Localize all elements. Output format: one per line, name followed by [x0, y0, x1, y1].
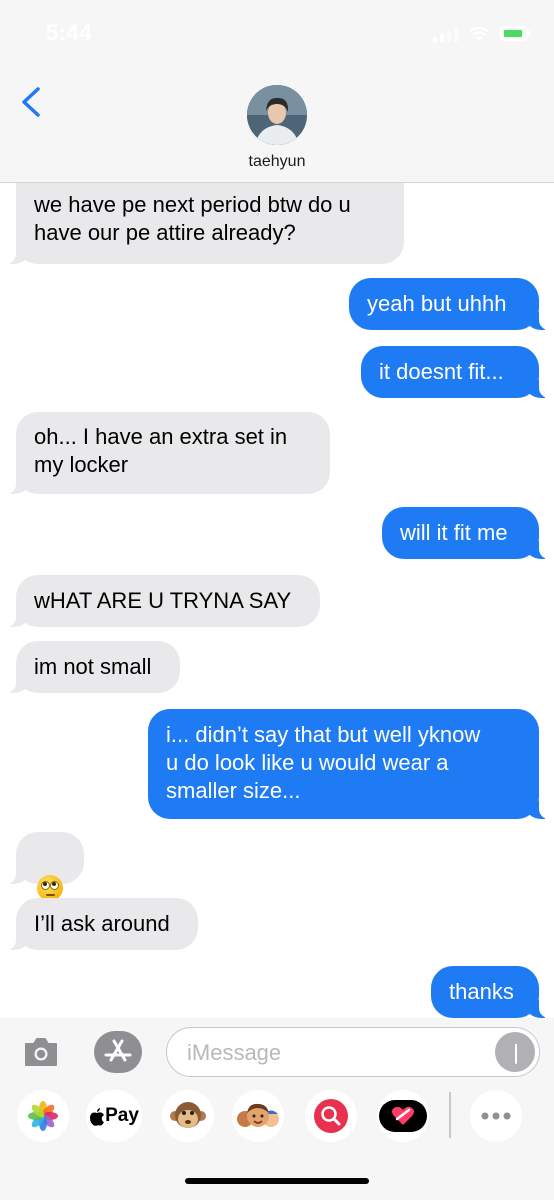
home-indicator[interactable]	[185, 1178, 369, 1184]
contact-name[interactable]: taehyun	[0, 153, 554, 171]
conversation-header: 5:44 taehyun	[0, 0, 554, 183]
app-store-icon	[104, 1039, 132, 1062]
apple-pay-label: Pay	[105, 1105, 139, 1126]
apple-pay-button[interactable]: Pay	[86, 1090, 142, 1142]
search-images-icon	[314, 1099, 348, 1133]
digital-touch-button[interactable]	[377, 1090, 429, 1142]
audio-waveform-icon[interactable]	[495, 1032, 535, 1072]
battery-icon	[500, 25, 531, 41]
image-search-button[interactable]	[305, 1090, 357, 1142]
app-drawer: Pay	[0, 1090, 554, 1144]
more-icon	[481, 1112, 511, 1120]
message-input-placeholder: iMessage	[187, 1040, 282, 1065]
message-outgoing[interactable]: it doesnt fit...	[361, 346, 549, 398]
memoji-group-icon	[237, 1103, 279, 1127]
message-outgoing[interactable]: i... didn’t say that but well yknow u do…	[148, 709, 549, 819]
monkey-memoji-icon	[170, 1102, 206, 1128]
message-incoming-emoji[interactable]	[6, 832, 84, 902]
status-icons	[433, 22, 531, 44]
message-outgoing[interactable]: will it fit me	[382, 507, 549, 559]
message-incoming[interactable]: I’ll ask around	[6, 898, 198, 950]
message-incoming[interactable]: wHAT ARE U TRYNA SAY	[6, 575, 320, 627]
message-incoming[interactable]: oh... I have an extra set in my locker	[6, 412, 330, 494]
status-time: 5:44	[46, 20, 93, 45]
message-outgoing[interactable]: thanks	[431, 966, 549, 1018]
memoji-stickers-button[interactable]	[232, 1090, 284, 1142]
wifi-icon	[469, 26, 489, 41]
animoji-button[interactable]	[162, 1090, 214, 1142]
message-incoming[interactable]: we have pe next period btw do u have our…	[6, 170, 404, 264]
cellular-signal-icon	[433, 24, 458, 42]
camera-icon[interactable]	[22, 1034, 60, 1070]
message-input[interactable]: iMessage	[166, 1027, 540, 1077]
message-outgoing[interactable]: yeah but uhhh	[349, 278, 549, 330]
drawer-divider	[449, 1092, 451, 1138]
more-apps-button[interactable]	[470, 1090, 522, 1142]
photos-app-button[interactable]	[17, 1090, 69, 1142]
back-chevron-icon[interactable]	[16, 84, 48, 120]
digital-touch-icon	[379, 1100, 427, 1132]
apple-pay-icon	[90, 1107, 105, 1126]
contact-avatar[interactable]	[247, 85, 307, 145]
message-incoming[interactable]: im not small	[6, 641, 180, 693]
photos-icon	[28, 1101, 58, 1131]
app-store-button[interactable]	[94, 1031, 142, 1073]
